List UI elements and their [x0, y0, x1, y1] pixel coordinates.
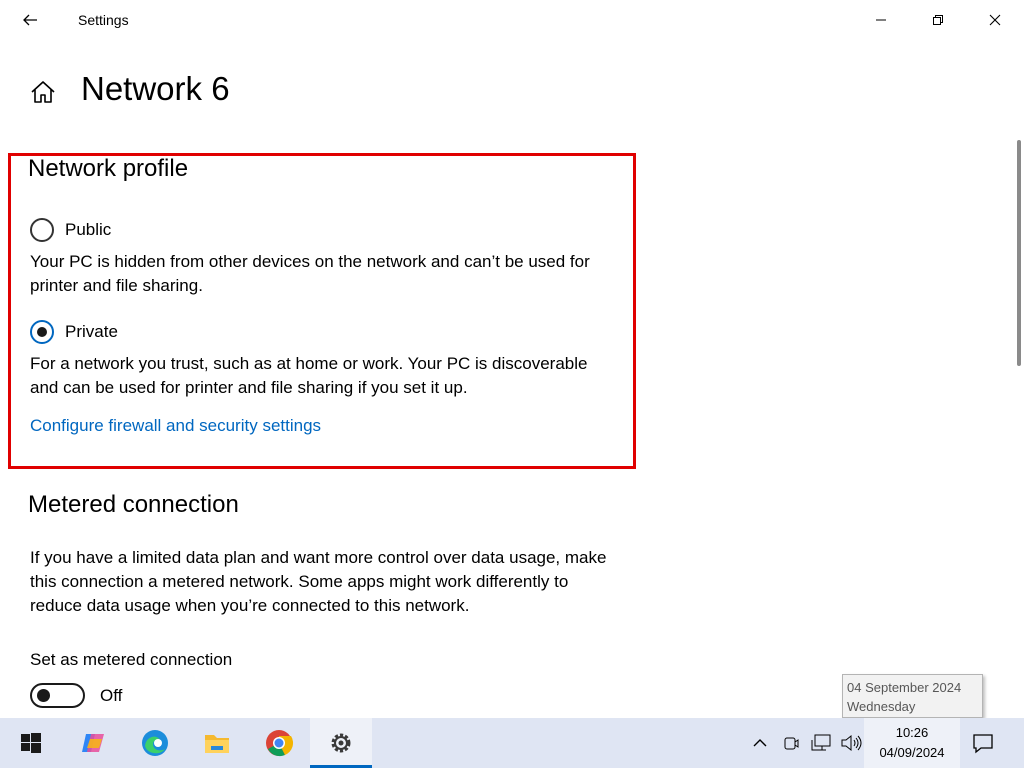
tooltip-weekday: Wednesday	[847, 699, 916, 714]
taskbar-file-explorer[interactable]	[186, 718, 248, 768]
public-description: Your PC is hidden from other devices on …	[30, 252, 590, 295]
radio-public-label: Public	[65, 220, 112, 239]
taskbar-edge[interactable]	[124, 718, 186, 768]
notifications-button[interactable]	[971, 731, 995, 755]
metered-toggle[interactable]	[30, 683, 85, 708]
minimize-button[interactable]	[853, 0, 909, 40]
home-button[interactable]	[28, 78, 58, 108]
taskbar-copilot[interactable]	[62, 718, 124, 768]
metered-heading: Metered connection	[28, 491, 239, 518]
radio-private-label: Private	[65, 322, 118, 341]
chrome-icon	[266, 730, 294, 757]
tray-camera-button[interactable]	[779, 731, 803, 755]
minimize-icon	[876, 19, 886, 21]
notification-icon	[973, 734, 993, 754]
close-icon	[989, 14, 1001, 26]
metered-toggle-state: Off	[100, 686, 123, 705]
clock-time: 10:26	[895, 725, 929, 740]
copilot-icon	[82, 734, 104, 752]
radio-private[interactable]: Private	[30, 319, 118, 345]
title-bar: Settings	[0, 0, 1024, 40]
metered-toggle-label: Set as metered connection	[30, 650, 233, 669]
back-button[interactable]	[10, 4, 50, 36]
radio-private-circle[interactable]	[30, 320, 54, 344]
scrollbar-thumb[interactable]	[1017, 140, 1021, 366]
chevron-up-icon	[753, 739, 767, 747]
taskbar: 10:26 04/09/2024	[0, 718, 1024, 768]
close-button[interactable]	[967, 0, 1023, 40]
radio-public[interactable]: Public	[30, 217, 111, 243]
network-profile-heading: Network profile	[28, 155, 189, 182]
camera-icon	[784, 737, 799, 750]
firewall-settings-link[interactable]: Configure firewall and security settings	[30, 416, 321, 436]
tray-volume-button[interactable]	[839, 731, 863, 755]
clock-date: 04/09/2024	[879, 745, 945, 760]
home-icon	[31, 81, 55, 103]
restore-icon	[933, 15, 943, 25]
show-hidden-icons-button[interactable]	[748, 731, 772, 755]
private-description: For a network you trust, such as at home…	[30, 354, 588, 397]
restore-button[interactable]	[910, 0, 966, 40]
start-button[interactable]	[0, 718, 62, 768]
date-tooltip: 04 September 2024 Wednesday	[842, 674, 983, 718]
taskbar-settings[interactable]	[310, 718, 372, 768]
tray-network-button[interactable]	[809, 731, 833, 755]
radio-public-circle[interactable]	[30, 218, 54, 242]
page-title: Network 6	[81, 70, 230, 107]
volume-icon	[841, 734, 862, 752]
taskbar-chrome[interactable]	[248, 718, 310, 768]
tooltip-date: 04 September 2024	[847, 680, 962, 695]
back-arrow-icon	[23, 14, 37, 26]
app-title: Settings	[78, 12, 129, 28]
settings-icon	[331, 733, 351, 753]
network-icon	[811, 734, 831, 751]
file-explorer-icon	[205, 735, 229, 753]
start-icon	[21, 733, 41, 753]
taskbar-clock[interactable]: 10:26 04/09/2024	[864, 718, 960, 768]
edge-icon	[142, 730, 168, 756]
metered-description: If you have a limited data plan and want…	[30, 548, 607, 615]
